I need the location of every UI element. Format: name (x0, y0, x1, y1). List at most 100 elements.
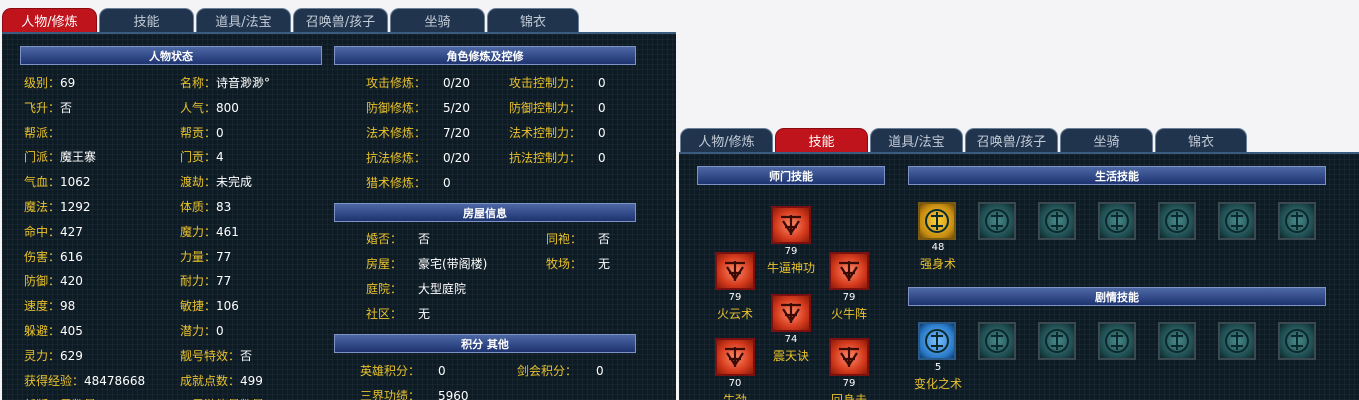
stat-row-value: 否 (60, 100, 73, 115)
right-tab-5[interactable]: 锦衣 (1155, 128, 1247, 152)
skill-level: 79 (728, 292, 742, 303)
points-row-label: 英雄积分： (360, 364, 421, 378)
points-row-2: 剑会积分： (517, 364, 577, 378)
stat-row-label: 获得经验： (24, 373, 85, 388)
stat-row: 名称：诗音渺渺° (180, 76, 270, 90)
left-tab-2[interactable]: 道具/法宝 (196, 8, 291, 32)
stat-row-label: 敏捷： (180, 299, 217, 314)
stat-row-value: 77 (216, 274, 232, 289)
points-row: 英雄积分： (360, 364, 420, 378)
stat-row-value: 1062 (60, 175, 91, 190)
stat-row-value: 4 (216, 150, 224, 165)
school-skill-icon[interactable] (771, 206, 811, 244)
stat-row: 飞升：否 (24, 101, 72, 115)
left-tab-1[interactable]: 技能 (99, 8, 194, 32)
skill-name: 震天诀 (772, 349, 809, 363)
stat-row: 魔力：461 (180, 225, 239, 239)
school-skill-icon[interactable] (829, 252, 869, 290)
stat-row-label: 耐力： (180, 274, 217, 289)
skill-icon[interactable] (918, 322, 956, 360)
stat-row: 级别：69 (24, 76, 75, 90)
empty-skill-slot-icon (1218, 202, 1256, 240)
control-row-label: 攻击控制力： (509, 76, 582, 90)
life-skills-header: 生活技能 (908, 166, 1326, 185)
stat-row: 帮贡：0 (180, 126, 224, 140)
points-row-2-value: 0 (596, 364, 604, 378)
stat-row-value: 616 (60, 249, 83, 264)
stat-row: 命中：427 (24, 225, 83, 239)
stat-row: 伤害：616 (24, 250, 83, 264)
school-skill-icon[interactable] (715, 338, 755, 376)
stat-row: 魔法：1292 (24, 200, 91, 214)
right-tab-0[interactable]: 人物/修炼 (680, 128, 773, 152)
left-tab-bar: 人物/修炼 技能 道具/法宝 召唤兽/孩子 坐骑 锦衣 (2, 8, 581, 32)
left-character-panel: 人物状态 角色修炼及控修 房屋信息 积分 其他 级别：69 飞升：否 帮派： 门派：魔… (2, 32, 676, 400)
left-tab-4[interactable]: 坐骑 (390, 8, 485, 32)
stat-row: 获得经验：48478668 (24, 374, 145, 388)
status-header: 人物状态 (20, 46, 322, 65)
skill-level: 70 (728, 378, 742, 389)
right-tab-1[interactable]: 技能 (775, 128, 868, 152)
right-tab-4[interactable]: 坐骑 (1060, 128, 1153, 152)
control-row-value: 0 (598, 76, 606, 90)
stat-row-value: 800 (216, 100, 239, 115)
skill-name: 牛逼神功 (766, 261, 815, 275)
stat-row-label: 门派： (24, 150, 61, 165)
left-tab-3[interactable]: 召唤兽/孩子 (293, 8, 388, 32)
stat-row-label: 灵力： (24, 348, 61, 363)
cultivation-row: 抗法修炼： (366, 151, 426, 165)
stat-row-value: 499 (240, 373, 263, 388)
stat-row: 渡劫：未完成 (180, 175, 252, 189)
left-tab-5[interactable]: 锦衣 (487, 8, 579, 32)
stat-row-value: 诗音渺渺° (216, 76, 271, 90)
empty-skill-slot-icon (1098, 322, 1136, 360)
school-skill-icon[interactable] (829, 338, 869, 376)
house-row: 社区： (366, 307, 402, 321)
stat-row-value: 83 (216, 200, 232, 214)
empty-skill-slot-icon (1158, 202, 1196, 240)
house-row-2-label: 牧场： (546, 257, 583, 271)
school-skill-icon[interactable] (715, 252, 755, 290)
skill-level: 79 (842, 292, 856, 303)
stat-row-label: 躲避： (24, 324, 61, 338)
control-row: 法术控制力： (509, 126, 581, 140)
right-tab-3[interactable]: 召唤兽/孩子 (965, 128, 1058, 152)
cultivation-row-value: 0/20 (443, 76, 470, 90)
stat-row-label: 速度： (24, 299, 61, 314)
school-skill-icon[interactable] (771, 294, 811, 332)
house-row-value: 否 (418, 232, 431, 246)
skill-name: 火云术 (716, 307, 753, 321)
stat-row: 防御：420 (24, 274, 83, 288)
stat-row-label: 命中： (24, 224, 61, 239)
stat-row-value: 405 (60, 324, 83, 338)
control-row-value: 0 (598, 151, 606, 165)
skill-icon[interactable] (918, 202, 956, 240)
stat-row: 门派：魔王寨 (24, 150, 96, 164)
control-row-label: 抗法控制力： (509, 151, 582, 165)
cultivation-row-value: 0/20 (443, 151, 470, 165)
right-tab-2[interactable]: 道具/法宝 (870, 128, 963, 152)
stat-row-value: 461 (216, 224, 239, 239)
stat-row-value: 98 (60, 299, 76, 314)
skill-level: 79 (784, 246, 798, 257)
empty-skill-slot-icon (978, 322, 1016, 360)
stat-row-label: 防御： (24, 274, 61, 289)
control-row-label: 法术控制力： (509, 126, 582, 140)
left-tab-0[interactable]: 人物/修炼 (2, 8, 97, 32)
stat-row-label: 力量： (180, 249, 217, 264)
stat-row-value: 魔王寨 (60, 150, 97, 165)
house-row-value: 豪宅(带阁楼) (418, 257, 488, 271)
house-row-label: 婚否： (366, 232, 403, 246)
stat-row-value: 77 (216, 249, 232, 264)
cultivation-row-label: 法术修炼： (366, 126, 427, 140)
control-row-label: 防御控制力： (509, 101, 582, 115)
house-row-2-value: 否 (598, 232, 611, 246)
stat-row-label: 成就点数： (180, 373, 241, 388)
cultivation-row: 防御修炼： (366, 101, 426, 115)
stat-row-label: 门贡： (180, 150, 217, 165)
house-row: 庭院： (366, 282, 402, 296)
house-row: 婚否： (366, 232, 402, 246)
stat-row-value: 0 (216, 125, 224, 140)
stat-row: 人气：800 (180, 101, 239, 115)
skill-name: 强身术 (919, 257, 956, 271)
